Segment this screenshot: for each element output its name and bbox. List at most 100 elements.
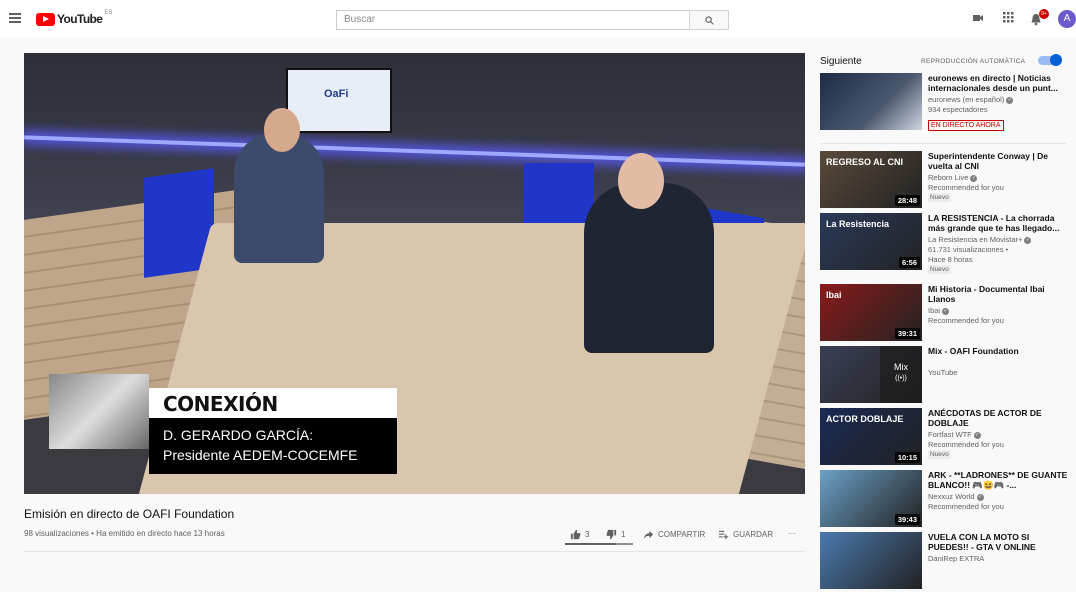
channel-name: Ibai (928, 306, 941, 315)
channel-name: Fortfast WTF (928, 430, 972, 439)
channel-name: Reborn Live (928, 173, 969, 182)
recommendation-title[interactable]: Mi Historia - Documental Ibai Llanos (928, 284, 1068, 304)
recommendation-channel[interactable]: Fortfast WTF ✓ (928, 430, 981, 439)
guest-photo (49, 374, 149, 449)
recommendation-channel[interactable]: euronews (en español) ✓ (928, 95, 1014, 104)
video-thumbnail[interactable]: Ibai 39:31 (820, 284, 922, 341)
masthead: YouTube ES Buscar 9+ A (0, 0, 1076, 38)
play-logo-icon (36, 12, 55, 26)
lower-third-title: CONEXIÓN (163, 392, 278, 416)
verified-check-icon: ✓ (976, 493, 984, 501)
autoplay-toggle-knob[interactable] (1050, 54, 1062, 66)
recommendation-item[interactable]: ACTOR DOBLAJE 10:15 ANÉCDOTAS DE ACTOR DE … (820, 408, 1070, 468)
recommendation-item[interactable]: Mix ((•)) Mix - OAFI Foundation YouTube (820, 346, 1070, 406)
recommendation-title[interactable]: ARK - **LADRONES** DE GUANTE BLANCO!! 🎮😆… (928, 470, 1068, 490)
playlist-add-icon (718, 530, 729, 540)
recommendation-item[interactable]: Ibai 39:31 Mi Historia - Documental Ibai L… (820, 284, 1070, 344)
host-person (234, 133, 324, 263)
recommendation-channel[interactable]: Nexxuz World ✓ (928, 492, 984, 501)
save-label: GUARDAR (733, 530, 774, 539)
recommendation-title[interactable]: euronews en directo | Noticias internaci… (928, 73, 1068, 93)
account-avatar[interactable]: A (1058, 10, 1076, 28)
notification-count-badge: 9+ (1039, 9, 1049, 19)
autoplay-label: REPRODUCCIÓN AUTOMÁTICA (921, 58, 1026, 65)
video-thumbnail[interactable] (820, 73, 922, 130)
search-input[interactable]: Buscar (336, 10, 690, 30)
search-icon (704, 15, 714, 25)
recommendation-meta: Recommended for you (928, 502, 1004, 511)
video-thumbnail[interactable]: ACTOR DOBLAJE 10:15 (820, 408, 922, 465)
guest-head (618, 153, 664, 209)
video-duration: 6:56 (898, 257, 920, 268)
lower-third-role: Presidente AEDEM-COCEMFE (163, 447, 358, 463)
live-now-badge: EN DIRECTO AHORA (928, 120, 1004, 131)
channel-name: Nexxuz World (928, 492, 975, 501)
thumbs-up-icon (570, 529, 581, 540)
mix-radio-icon: ((•)) (895, 375, 907, 382)
recommendation-item[interactable]: euronews en directo | Noticias internaci… (820, 73, 1070, 133)
lower-third-caption: CONEXIÓN D. GERARDO GARCÍA: Presidente A… (49, 374, 399, 479)
share-label: COMPARTIR (658, 530, 706, 539)
recommendation-title[interactable]: ANÉCDOTAS DE ACTOR DE DOBLAJE (928, 408, 1068, 428)
recommendation-channel[interactable]: Reborn Live ✓ (928, 173, 978, 182)
video-duration: 39:31 (894, 328, 920, 339)
new-badge: Nuevo (928, 450, 951, 459)
video-thumbnail[interactable]: La Resistencia 6:56 (820, 213, 922, 270)
recommendation-item[interactable]: La Resistencia 6:56 LA RESISTENCIA - La ch… (820, 213, 1070, 274)
recommendation-channel[interactable]: La Resistencia en Movistar+ ✓ (928, 235, 1032, 244)
dislike-button[interactable]: 1 (606, 529, 625, 540)
recommendation-channel[interactable]: YouTube (928, 368, 957, 377)
lower-third-title-bar: CONEXIÓN (149, 388, 397, 418)
recommendation-meta: 61.731 visualizaciones • (928, 245, 1009, 254)
thumbs-down-icon (606, 529, 617, 540)
channel-name: La Resistencia en Movistar+ (928, 235, 1023, 244)
logo-text: YouTube (57, 12, 103, 26)
logo-region: ES (104, 10, 113, 16)
recommendation-title[interactable]: VUELA CON LA MOTO SI PUEDES!! - GTA V ON… (928, 532, 1068, 552)
thumbnail-text: REGRESO AL CNI (826, 157, 904, 167)
youtube-logo[interactable]: YouTube ES (36, 10, 113, 26)
like-count: 3 (585, 530, 590, 539)
recommendation-meta: Recommended for you (928, 316, 1004, 325)
more-icon: ··· (788, 529, 796, 538)
video-player[interactable]: OaFi CONEXIÓN D. GERARDO GARCÍA: Preside… (24, 53, 805, 494)
host-head (264, 108, 300, 152)
guide-menu-button[interactable] (9, 13, 21, 23)
info-divider (24, 551, 805, 552)
recommendation-channel[interactable]: DaniRep EXTRA (928, 554, 984, 563)
up-next-heading: Siguiente (820, 56, 862, 67)
video-thumbnail[interactable]: REGRESO AL CNI 28:48 (820, 151, 922, 208)
video-thumbnail[interactable]: 39:43 (820, 470, 922, 527)
verified-check-icon: ✓ (973, 431, 981, 439)
recommendation-item[interactable]: VUELA CON LA MOTO SI PUEDES!! - GTA V ON… (820, 532, 1070, 592)
share-button[interactable]: COMPARTIR (643, 529, 705, 540)
recommendation-item[interactable]: REGRESO AL CNI 28:48 Superintendente Conwa… (820, 151, 1070, 211)
channel-name: YouTube (928, 368, 958, 377)
video-thumbnail[interactable] (820, 532, 922, 589)
sidebar-separator (820, 143, 1066, 144)
search-button[interactable] (689, 10, 729, 30)
mix-overlay: Mix ((•)) (880, 346, 922, 403)
guest-person (584, 183, 714, 353)
verified-check-icon: ✓ (1024, 236, 1032, 244)
save-button[interactable]: GUARDAR (718, 529, 773, 540)
video-duration: 10:15 (894, 452, 920, 463)
video-thumbnail[interactable]: Mix ((•)) (820, 346, 922, 403)
share-arrow-icon (643, 530, 654, 540)
thumbnail-text: ACTOR DOBLAJE (826, 414, 904, 424)
recommendation-channel[interactable]: Ibai ✓ (928, 306, 950, 315)
recommendation-item[interactable]: 39:43 ARK - **LADRONES** DE GUANTE BLANCO… (820, 470, 1070, 530)
recommendation-title[interactable]: Superintendente Conway | De vuelta al CN… (928, 151, 1068, 171)
like-button[interactable]: 3 (570, 529, 589, 540)
studio-screen: OaFi (286, 68, 392, 133)
recommendation-age: Hace 8 horas (928, 255, 973, 264)
recommendation-meta: Recommended for you (928, 440, 1004, 449)
recommendation-title[interactable]: Mix - OAFI Foundation (928, 346, 1068, 356)
screen-logo: OaFi (324, 88, 349, 100)
apps-grid-icon[interactable] (1003, 12, 1014, 23)
create-video-icon[interactable] (972, 12, 984, 24)
new-badge: Nuevo (928, 193, 951, 202)
verified-check-icon: ✓ (1006, 96, 1014, 104)
recommendation-title[interactable]: LA RESISTENCIA - La chorrada más grande … (928, 213, 1068, 233)
more-actions-button[interactable]: ··· (788, 529, 796, 538)
